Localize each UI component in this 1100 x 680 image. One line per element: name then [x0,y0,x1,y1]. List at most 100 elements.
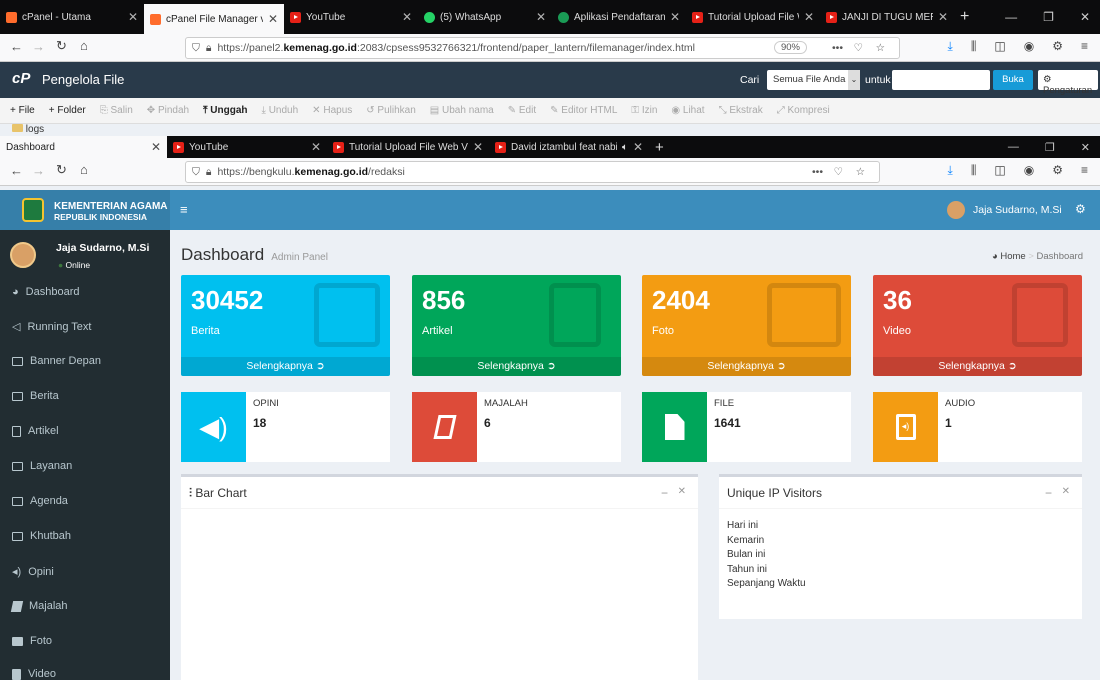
more-info-link[interactable]: Selengkapnya ➲ [873,357,1082,376]
toolbar-edit[interactable]: ✎ Edit [508,105,536,116]
close-icon[interactable]: ✕ [1062,486,1070,497]
bookmark-star-icon[interactable]: ☆ [856,166,865,178]
reload-icon[interactable]: ↻ [56,38,67,54]
toolbar-permissions[interactable]: ⚿ Izin [631,105,657,116]
sidebar-item-foto[interactable]: Foto [12,635,52,647]
close-tab-icon[interactable]: ✕ [402,10,412,24]
account-icon[interactable]: ◉ [1024,39,1034,54]
sidebar-item-dashboard[interactable]: ◕ Dashboard [12,286,79,298]
outer-tab-aplikasi[interactable]: Aplikasi Pendaftaran W ✕ [552,0,686,34]
pocket-icon[interactable]: ♡ [834,166,843,178]
close-tab-icon[interactable]: ✕ [536,10,546,24]
page-actions-icon[interactable]: ••• [832,42,843,54]
toolbar-html-editor[interactable]: ✎ Editor HTML [550,105,617,116]
toolbar-move[interactable]: ✥ Pindah [147,105,189,116]
close-window-icon[interactable]: ✕ [1080,10,1090,24]
close-tab-icon[interactable]: ✕ [804,10,814,24]
back-icon[interactable]: ← [10,163,23,178]
bookmark-star-icon[interactable]: ☆ [876,42,885,54]
toolbar-extract[interactable]: ⤡ Ekstrak [719,105,763,116]
forward-icon[interactable]: → [32,39,45,54]
sidebar-item-khutbah[interactable]: Khutbah [12,530,71,542]
outer-address-bar[interactable]: ⛉ 🔒︎ https://panel2.kemenag.go.id:2083/c… [185,37,900,59]
sidebar-item-video[interactable]: Video [12,668,56,680]
sidebar-item-agenda[interactable]: Agenda [12,495,68,507]
menu-icon[interactable]: ≡ [1081,39,1088,54]
toolbar-new-folder[interactable]: + Folder [49,105,86,116]
search-input[interactable] [892,70,990,90]
toolbar-copy[interactable]: ⎘ Salin [100,105,133,116]
inner-address-bar[interactable]: ⛉ 🔒︎ https://bengkulu.kemenag.go.id/reda… [185,161,880,183]
menu-icon[interactable]: ≡ [1081,163,1088,178]
library-icon[interactable]: ⫼ [971,163,977,178]
minimize-icon[interactable]: — [1005,10,1017,24]
restore-icon[interactable]: ❐ [1043,10,1054,24]
extension-icon[interactable]: ⚙ [1052,163,1063,178]
toolbar-upload[interactable]: ⤒ Unggah [203,105,247,116]
sidebar-item-berita[interactable]: Berita [12,390,59,402]
user-avatar-small[interactable] [947,201,965,219]
minimize-icon[interactable]: — [1008,141,1019,153]
close-tab-icon[interactable]: ✕ [670,10,680,24]
sidebar-item-opini[interactable]: ◂) Opini [12,565,54,579]
toolbar-restore[interactable]: ↺ Pulihkan [366,105,416,116]
collapse-icon[interactable]: − [661,486,668,500]
outer-tab-tutorial[interactable]: Tutorial Upload File We ✕ [686,0,820,34]
breadcrumb-home[interactable]: ◕ Home [992,251,1026,262]
toolbar-delete[interactable]: ✕ Hapus [312,105,352,116]
forward-icon[interactable]: → [32,163,45,178]
download-icon[interactable]: ⤓ [948,163,953,178]
toolbar-rename[interactable]: ▤ Ubah nama [430,105,494,116]
outer-tab-janji[interactable]: JANJI DI TUGU MERPATI ✕ [820,0,954,34]
more-info-link[interactable]: Selengkapnya ➲ [642,357,851,376]
sidebar-icon[interactable]: ◫ [994,163,1005,178]
restore-icon[interactable]: ❐ [1045,141,1055,154]
close-tab-icon[interactable]: ✕ [268,12,278,26]
sidebar-item-banner-depan[interactable]: Banner Depan [12,355,101,367]
speaker-icon[interactable]: 🔈︎ [622,142,628,153]
brand-logo-area[interactable]: KEMENTERIAN AGAMA REPUBLIK INDONESIA [0,190,170,230]
close-icon[interactable]: ✕ [678,486,686,497]
gears-icon[interactable]: ⚙ [1075,202,1086,216]
folder-row[interactable]: logs [12,124,44,135]
more-info-link[interactable]: Selengkapnya ➲ [181,357,390,376]
pocket-icon[interactable]: ♡ [854,42,863,54]
sidebar-item-running-text[interactable]: ◁ Running Text [12,320,91,334]
download-icon[interactable]: ⤓ [948,39,953,54]
toolbar-compress[interactable]: ⤢ Kompresi [777,105,830,116]
sidebar-toggle-icon[interactable]: ≡ [180,202,188,217]
toolbar-view[interactable]: ◉ Lihat [671,105,704,116]
close-tab-icon[interactable]: ✕ [128,10,138,24]
collapse-icon[interactable]: − [1045,486,1052,500]
inner-tab-dashboard[interactable]: Dashboard ✕ [0,136,167,158]
close-tab-icon[interactable]: ✕ [938,10,948,24]
inner-tab-music[interactable]: David iztambul feat nabila 🔈︎ ✕ [489,136,649,158]
close-tab-icon[interactable]: ✕ [311,140,321,154]
account-icon[interactable]: ◉ [1024,163,1034,178]
sidebar-item-majalah[interactable]: Majalah [10,600,68,612]
zoom-badge[interactable]: 90% [773,41,807,54]
navbar-user-name[interactable]: Jaja Sudarno, M.Si [973,204,1062,216]
extension-icon[interactable]: ⚙ [1052,39,1063,54]
more-info-link[interactable]: Selengkapnya ➲ [412,357,621,376]
sidebar-item-artikel[interactable]: Artikel [12,425,59,437]
inner-tab-youtube[interactable]: YouTube ✕ [167,136,327,158]
outer-tab-youtube[interactable]: YouTube ✕ [284,0,418,34]
sidebar-icon[interactable]: ◫ [994,39,1005,54]
home-icon[interactable]: ⌂ [80,38,88,53]
new-tab-button[interactable]: + [649,136,670,158]
close-tab-icon[interactable]: ✕ [633,140,643,154]
back-icon[interactable]: ← [10,39,23,54]
go-button[interactable]: Buka [993,70,1033,90]
inner-tab-tutorial[interactable]: Tutorial Upload File Web Via C ✕ [327,136,489,158]
close-tab-icon[interactable]: ✕ [151,140,161,154]
outer-tab-file-manager[interactable]: cPanel File Manager v3 ✕ [144,4,284,34]
outer-tab-cpanel-utama[interactable]: cPanel - Utama ✕ [0,0,144,34]
toolbar-new-file[interactable]: + File [10,105,35,116]
search-scope-select[interactable]: Semua File Anda ⌄ [767,70,860,90]
page-actions-icon[interactable]: ••• [812,166,823,178]
sidebar-item-layanan[interactable]: Layanan [12,460,72,472]
settings-button[interactable]: ⚙ Pengaturan [1038,70,1098,96]
close-window-icon[interactable]: ✕ [1081,141,1090,154]
library-icon[interactable]: ⫼ [971,39,977,54]
